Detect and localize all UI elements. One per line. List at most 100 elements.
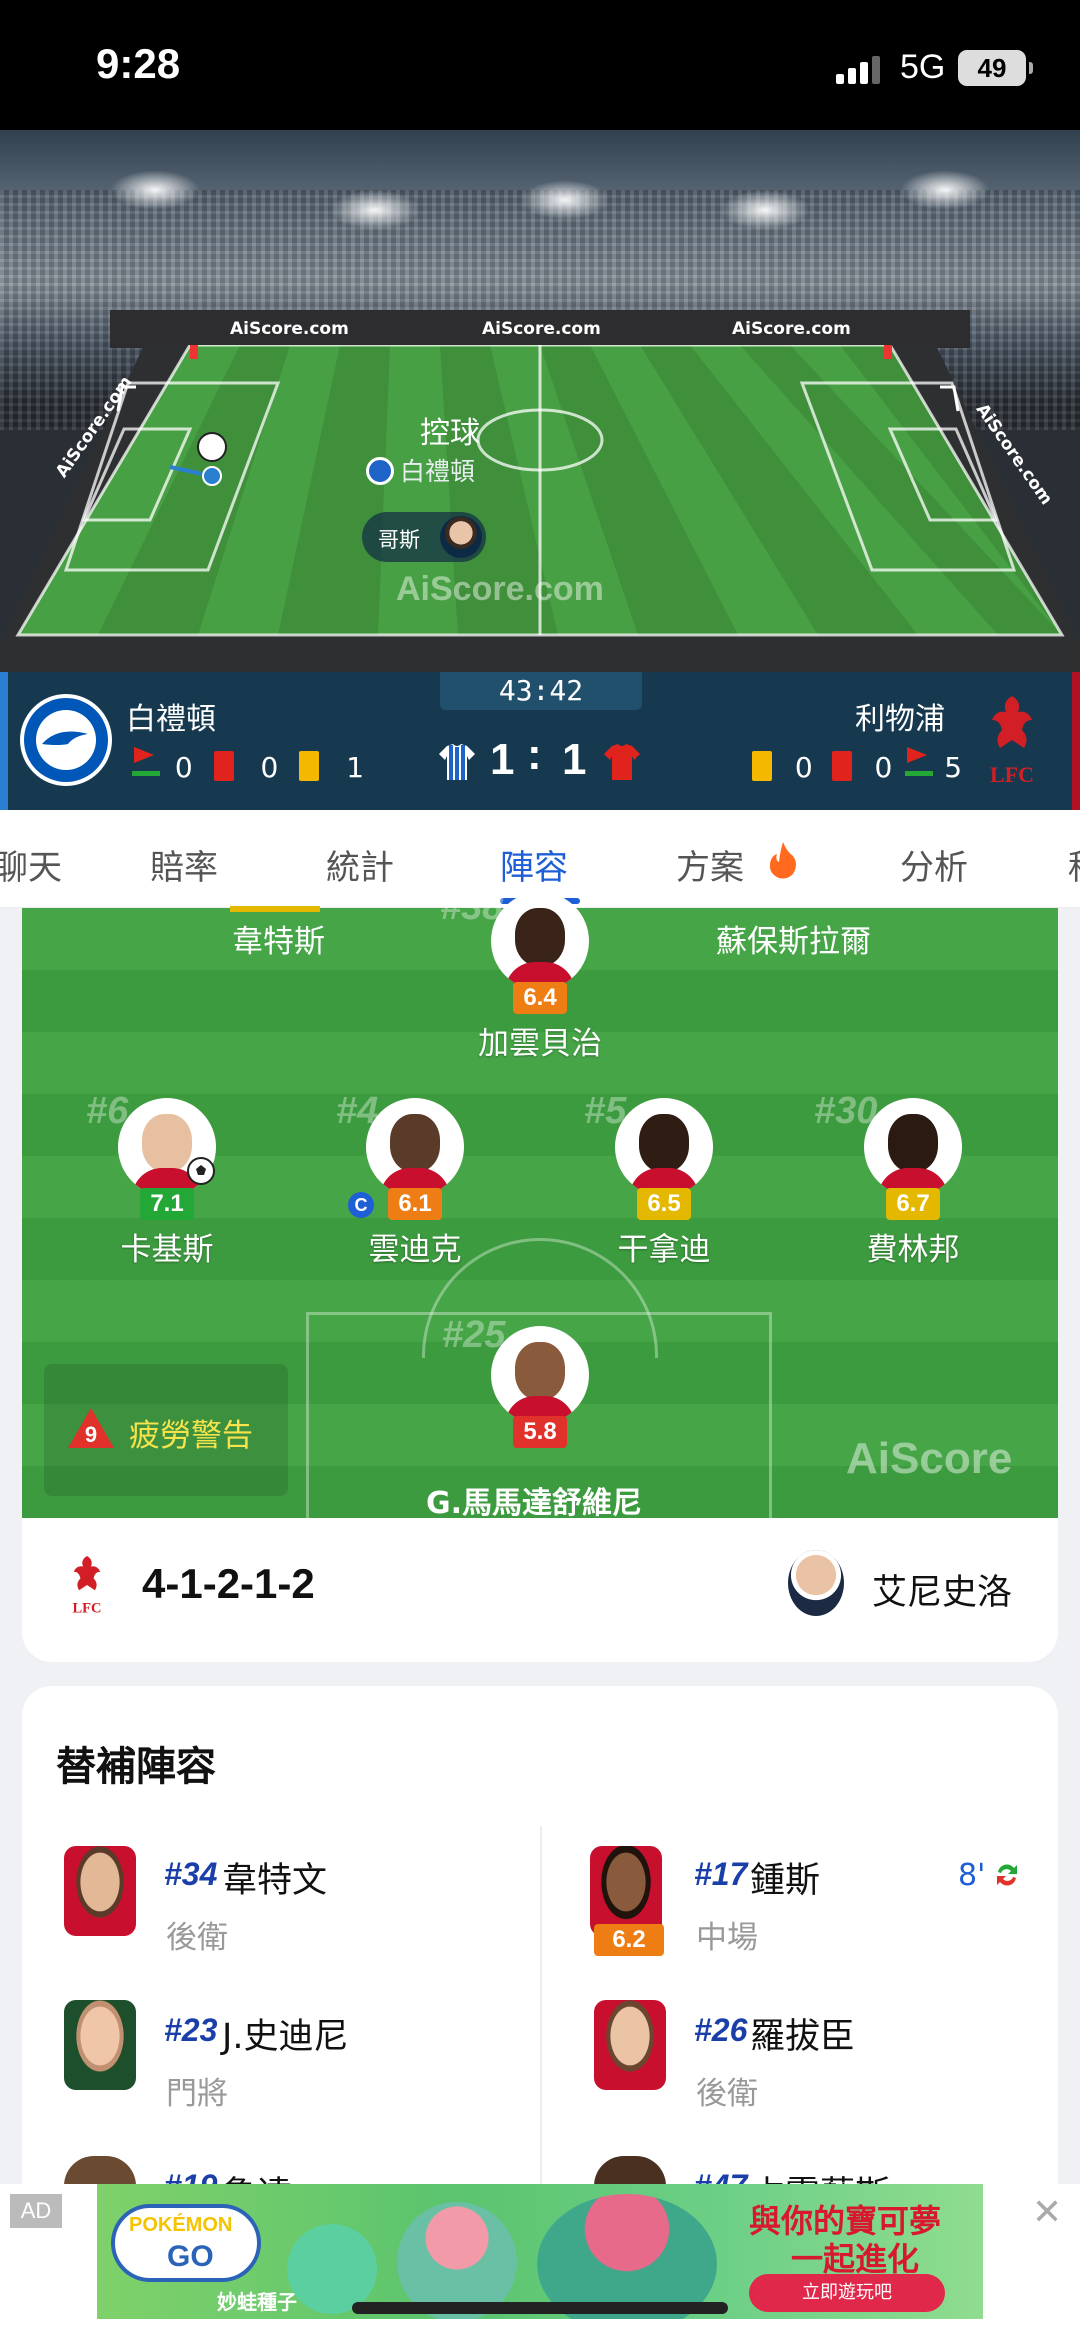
sub-name[interactable]: 鍾斯 bbox=[750, 1852, 820, 1903]
corner-flag-icon bbox=[132, 747, 160, 776]
red-card-icon bbox=[213, 751, 234, 781]
fatigue-warning-button[interactable]: 9 疲勞警告 bbox=[44, 1364, 288, 1496]
status-time: 9:28 bbox=[96, 40, 181, 87]
signal-icon bbox=[836, 52, 884, 84]
player-card[interactable]: 7.1 卡基斯 bbox=[57, 1098, 277, 1269]
substitution-icon bbox=[997, 1864, 1017, 1886]
floodlight bbox=[520, 180, 610, 220]
possession-player-name: 哥斯 bbox=[378, 528, 420, 552]
tab-plans[interactable]: 方案 bbox=[676, 840, 744, 889]
sub-position: 門將 bbox=[166, 2076, 228, 2112]
player-name: 加雲貝治 bbox=[478, 1026, 602, 1062]
home-team-name[interactable]: 白禮頓 bbox=[126, 694, 216, 738]
score-separator: : bbox=[527, 730, 542, 779]
player-card[interactable]: 6.7 費林邦 bbox=[803, 1098, 1023, 1269]
away-team-name[interactable]: 利物浦 bbox=[855, 694, 945, 738]
liverpool-crest-icon[interactable]: LFC bbox=[978, 690, 1046, 790]
sub-number: #26 bbox=[694, 2012, 748, 2048]
ad-banner[interactable]: POKÉMON GO 妙蛙種子 與你的寶可夢 一起進化 立即遊玩吧 bbox=[97, 2184, 983, 2319]
sub-number: #34 bbox=[164, 1856, 218, 1892]
sub-rating: 6.2 bbox=[594, 1924, 664, 1956]
player-rating: 6.7 bbox=[886, 1188, 940, 1220]
player-avatar bbox=[590, 1846, 662, 1936]
fire-icon bbox=[769, 842, 796, 879]
yellow-card-icon bbox=[299, 751, 320, 781]
formation-text: 4-1-2-1-2 bbox=[142, 1560, 315, 1607]
away-yellow-cards: 0 bbox=[794, 751, 813, 784]
svg-text:9: 9 bbox=[85, 1422, 97, 1447]
ad-cta-button[interactable]: 立即遊玩吧 bbox=[749, 2274, 945, 2312]
home-stats: 0 0 1 bbox=[128, 743, 365, 784]
brighton-badge-icon bbox=[366, 457, 394, 485]
pitch-watermark: AiScore.com bbox=[396, 570, 604, 608]
sub-name[interactable]: 韋特文 bbox=[222, 1852, 327, 1903]
coach-name[interactable]: 艾尼史洛 bbox=[872, 1564, 1012, 1615]
floodlight bbox=[720, 190, 810, 230]
player-rating: 5.8 bbox=[513, 1416, 567, 1448]
ad-brand-bottom: GO bbox=[167, 2240, 214, 2273]
coach-avatar bbox=[788, 1550, 844, 1616]
possession-team-name: 白禮頓 bbox=[400, 457, 476, 486]
board-text: AiScore.com bbox=[230, 319, 349, 339]
sub-position: 後衛 bbox=[696, 2076, 758, 2112]
away-kit-icon bbox=[604, 744, 640, 780]
player-avatar bbox=[864, 1098, 962, 1196]
player-name: 雲迪克 bbox=[368, 1232, 462, 1268]
substitute-row[interactable] bbox=[64, 1846, 136, 1936]
player-rating: 6.4 bbox=[513, 982, 567, 1014]
floodlight bbox=[900, 170, 990, 210]
player-avatar bbox=[615, 1098, 713, 1196]
player-avatar bbox=[594, 2000, 666, 2090]
player-avatar bbox=[491, 892, 589, 990]
player-rating: 7.1 bbox=[140, 1188, 194, 1220]
player-avatar bbox=[491, 1326, 589, 1424]
substitute-row[interactable] bbox=[590, 1846, 662, 1936]
player-card[interactable]: 6.1 雲迪克 bbox=[305, 1098, 525, 1269]
pitch-field bbox=[0, 345, 1080, 675]
player-name[interactable]: 韋特斯 bbox=[232, 916, 325, 961]
goal-ball-icon bbox=[187, 1157, 215, 1185]
home-score: 1 bbox=[490, 735, 515, 784]
player-name[interactable]: 蘇保斯拉爾 bbox=[716, 916, 871, 961]
sub-name[interactable]: J.史迪尼 bbox=[222, 2008, 348, 2059]
brighton-crest-icon[interactable] bbox=[18, 692, 114, 788]
match-clock: 43:42 bbox=[440, 672, 642, 710]
tab-lineup[interactable]: 陣容 bbox=[500, 840, 568, 889]
tab-stats[interactable]: 統計 bbox=[326, 840, 394, 889]
live-pitch-animation: AiScore.com AiScore.com AiScore.com AiSc… bbox=[0, 130, 1080, 675]
battery-icon: 49 bbox=[958, 50, 1033, 86]
corner-flag-icon bbox=[905, 747, 934, 776]
svg-text:LFC: LFC bbox=[990, 762, 1034, 787]
player-avatar bbox=[440, 516, 482, 558]
away-corners: 5 bbox=[944, 751, 963, 784]
sub-number: #17 bbox=[694, 1856, 748, 1892]
player-card[interactable]: 6.4 加雲貝治 bbox=[430, 892, 650, 1063]
fatigue-warning-label: 疲勞警告 bbox=[129, 1418, 253, 1454]
tab-analysis[interactable]: 分析 bbox=[900, 840, 968, 889]
substitute-row[interactable] bbox=[594, 2000, 666, 2090]
tab-chat[interactable]: 聊天 bbox=[0, 840, 62, 889]
sub-number: #23 bbox=[164, 2012, 218, 2048]
player-card[interactable]: 5.8 bbox=[430, 1326, 650, 1448]
substitute-row[interactable] bbox=[64, 2000, 136, 2090]
home-red-cards: 0 bbox=[260, 751, 279, 784]
ad-boards: AiScore.com AiScore.com AiScore.com bbox=[110, 310, 970, 348]
home-kit-icon bbox=[439, 744, 475, 780]
possession-team: 白禮頓 bbox=[366, 452, 475, 488]
home-indicator[interactable] bbox=[352, 2302, 728, 2314]
floodlight bbox=[330, 190, 420, 230]
player-card[interactable]: 6.5 干拿迪 bbox=[554, 1098, 774, 1269]
tab-more[interactable]: 積 bbox=[1068, 840, 1080, 889]
liverpool-crest-icon: LFC bbox=[72, 1555, 102, 1617]
player-name[interactable]: G.馬馬達舒維尼 bbox=[426, 1478, 642, 1522]
player-avatar bbox=[64, 1846, 136, 1936]
sub-name[interactable]: 羅拔臣 bbox=[750, 2008, 855, 2059]
status-bar: 9:28 5G 49 bbox=[0, 0, 1080, 130]
tab-odds[interactable]: 賠率 bbox=[150, 840, 218, 889]
player-name: 干拿迪 bbox=[617, 1232, 711, 1268]
close-icon[interactable]: ✕ bbox=[1032, 2192, 1062, 2233]
home-yellow-cards: 1 bbox=[346, 751, 365, 784]
captain-badge: C bbox=[348, 1192, 374, 1218]
rating-badge-partial bbox=[230, 906, 320, 912]
sub-minute: 8' bbox=[958, 1858, 986, 1893]
